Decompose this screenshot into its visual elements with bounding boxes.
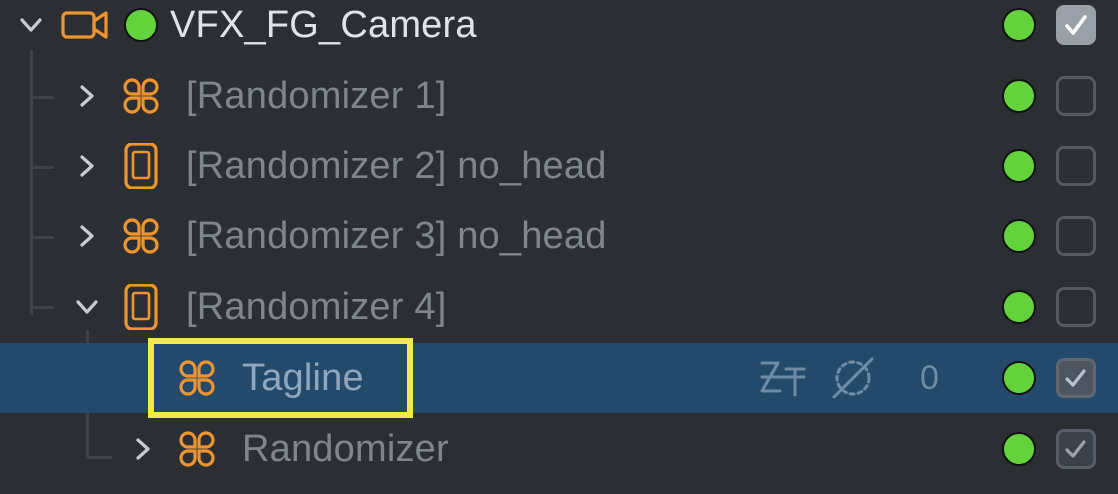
tree-row[interactable]: [Randomizer 3] no_head (0, 201, 1118, 271)
item-count: 0 (920, 359, 939, 397)
enable-checkbox[interactable] (1056, 5, 1096, 45)
tree-item-label: [Randomizer 4] (186, 286, 447, 328)
device-icon (124, 143, 158, 189)
enable-checkbox[interactable] (1056, 76, 1096, 116)
tree-row[interactable]: [Randomizer 4] (0, 272, 1118, 342)
tree-item-label: [Randomizer 1] (186, 75, 447, 117)
randomizer-icon (123, 218, 159, 254)
visibility-status-dot[interactable] (1002, 361, 1036, 395)
visibility-status-dot[interactable] (1002, 8, 1036, 42)
chevron-down-icon[interactable] (74, 294, 100, 320)
randomizer-icon (123, 78, 159, 114)
scene-hierarchy-panel: VFX_FG_Camera [Randomizer 1] [Randomizer… (0, 0, 1118, 494)
highlight-box (148, 338, 413, 418)
tree-item-label: [Randomizer 2] no_head (186, 145, 607, 187)
chevron-right-icon[interactable] (130, 436, 156, 462)
enable-checkbox[interactable] (1056, 358, 1096, 398)
tree-item-label: VFX_FG_Camera (170, 4, 477, 46)
chevron-down-icon[interactable] (18, 12, 44, 38)
enable-checkbox[interactable] (1056, 146, 1096, 186)
tree-item-label: [Randomizer 3] no_head (186, 215, 607, 257)
enable-checkbox[interactable] (1056, 287, 1096, 327)
enable-checkbox[interactable] (1056, 216, 1096, 256)
tree-item-label: Randomizer (242, 428, 449, 470)
tree-row[interactable]: Randomizer (0, 414, 1118, 484)
tree-row-root[interactable]: VFX_FG_Camera (0, 0, 1118, 60)
chevron-right-icon[interactable] (74, 153, 100, 179)
tree-row[interactable]: [Randomizer 1] (0, 61, 1118, 131)
visibility-status-dot[interactable] (1002, 290, 1036, 324)
text-sort-icon[interactable] (758, 353, 808, 403)
chevron-right-icon[interactable] (74, 223, 100, 249)
device-icon (124, 284, 158, 330)
randomizer-icon (179, 431, 215, 467)
visibility-status-dot[interactable] (1002, 219, 1036, 253)
chevron-right-icon[interactable] (74, 83, 100, 109)
no-mask-icon[interactable] (828, 353, 878, 403)
visibility-status-dot[interactable] (1002, 149, 1036, 183)
visibility-status-dot[interactable] (1002, 432, 1036, 466)
active-status-dot (124, 8, 158, 42)
enable-checkbox[interactable] (1056, 429, 1096, 469)
tree-row[interactable]: [Randomizer 2] no_head (0, 131, 1118, 201)
visibility-status-dot[interactable] (1002, 79, 1036, 113)
camera-icon (61, 11, 108, 39)
